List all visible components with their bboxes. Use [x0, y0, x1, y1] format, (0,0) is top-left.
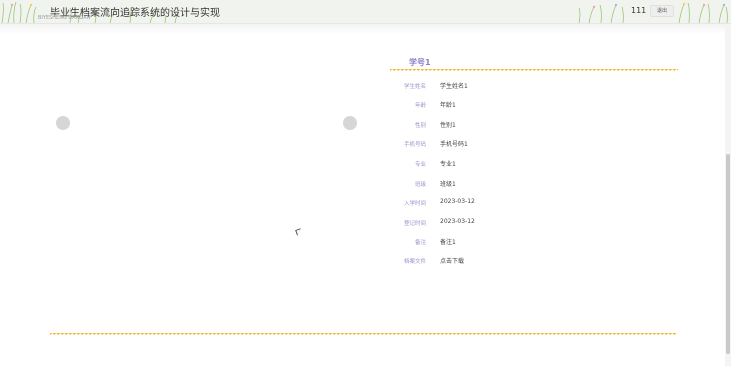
field-value: 学生姓名1	[440, 83, 468, 90]
field-label: 登记时间	[403, 221, 426, 227]
detail-row-remark: 备注 备注1	[390, 236, 678, 248]
detail-row-age: 年龄 年龄1	[390, 99, 678, 111]
carousel-prev-dot[interactable]	[56, 116, 70, 130]
detail-row-archive-file: 档案文件 点击下载	[390, 255, 678, 267]
field-value: 年龄1	[440, 102, 456, 109]
header-shadow	[0, 24, 731, 34]
field-value: 班级1	[440, 181, 456, 188]
decorative-divider-top	[390, 69, 678, 73]
field-label: 班级	[414, 182, 426, 188]
field-label: 档案文件	[403, 259, 426, 265]
top-header: 毕业生档案流向追踪系统的设计与实现 BIYESHENG DANGAN 111 退…	[0, 0, 731, 24]
field-label: 专业	[414, 162, 426, 168]
field-value: 专业1	[440, 161, 456, 168]
detail-row-enroll-date: 入学时间 2023-03-12	[390, 197, 678, 209]
field-label: 入学时间	[403, 201, 426, 207]
field-value: 2023-03-12	[440, 198, 475, 205]
field-value: 2023-03-12	[440, 218, 475, 225]
download-link[interactable]: 点击下载	[440, 256, 464, 265]
field-value: 备注1	[440, 239, 456, 246]
system-subtitle: BIYESHENG DANGAN	[38, 15, 91, 21]
field-value: 性别1	[440, 122, 456, 129]
detail-row-class: 班级 班级1	[390, 178, 678, 190]
field-label: 性别	[414, 123, 426, 129]
detail-row-register-date: 登记时间 2023-03-12	[390, 217, 678, 229]
field-label: 备注	[414, 240, 426, 246]
logout-button[interactable]: 退出	[650, 5, 674, 17]
field-label: 手机号码	[403, 142, 426, 148]
detail-row-gender: 性别 性别1	[390, 119, 678, 131]
detail-title: 学号1	[409, 58, 431, 67]
detail-row-major: 专业 专业1	[390, 158, 678, 170]
decorative-divider-bottom	[50, 333, 677, 337]
carousel-next-dot[interactable]	[343, 116, 357, 130]
detail-row-phone: 手机号码 手机号码1	[390, 138, 678, 150]
username-label: 111	[631, 6, 647, 15]
field-label: 学生姓名	[403, 84, 426, 90]
scrollbar-thumb[interactable]	[726, 154, 730, 354]
field-value: 手机号码1	[440, 141, 468, 148]
detail-row-name: 学生姓名 学生姓名1	[390, 80, 678, 92]
page-scrollbar[interactable]	[725, 24, 731, 366]
field-label: 年龄	[414, 103, 426, 109]
mouse-cursor-icon	[295, 228, 303, 236]
